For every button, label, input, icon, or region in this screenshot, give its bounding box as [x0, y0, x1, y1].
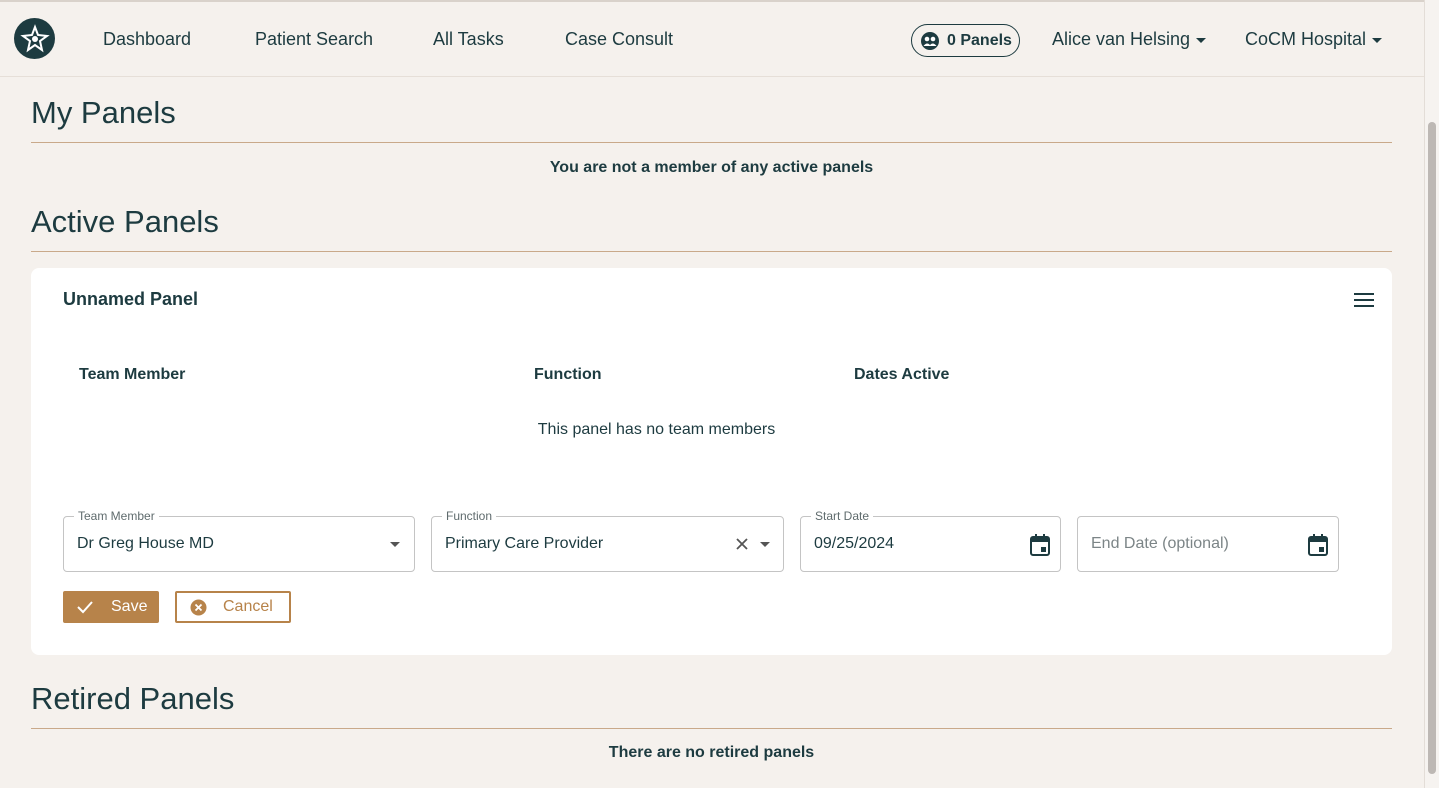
- hospital-name: CoCM Hospital: [1245, 29, 1367, 49]
- divider: [31, 251, 1392, 252]
- panel-card: Unnamed Panel Team Member Function Dates…: [31, 268, 1392, 655]
- start-date-label: Start Date: [811, 509, 874, 523]
- start-date-field[interactable]: Start Date 09/25/2024: [800, 509, 1061, 572]
- retired-panels-title: Retired Panels: [31, 681, 235, 716]
- nav-dashboard[interactable]: Dashboard: [103, 29, 191, 50]
- panels-count-button[interactable]: 0 Panels: [911, 24, 1020, 57]
- calendar-icon[interactable]: [1308, 534, 1328, 556]
- cancel-button[interactable]: Cancel: [175, 591, 291, 623]
- column-header-dates-active: Dates Active: [854, 366, 950, 383]
- function-label: Function: [442, 509, 497, 523]
- calendar-icon[interactable]: [1030, 534, 1050, 556]
- start-date-value: 09/25/2024: [814, 535, 895, 552]
- nav-all-tasks[interactable]: All Tasks: [433, 29, 504, 50]
- clear-icon[interactable]: [733, 535, 751, 553]
- menu-icon[interactable]: [1354, 293, 1374, 307]
- chevron-down-icon[interactable]: [760, 542, 770, 547]
- top-navigation: Dashboard Patient Search All Tasks Case …: [0, 0, 1424, 77]
- end-date-field[interactable]: End Date (optional): [1077, 516, 1339, 572]
- team-member-label: Team Member: [74, 509, 159, 523]
- cancel-label: Cancel: [223, 598, 273, 615]
- function-select[interactable]: Function Primary Care Provider: [431, 509, 784, 572]
- cancel-circle-icon: [190, 599, 207, 615]
- retired-panels-message: There are no retired panels: [608, 744, 815, 761]
- team-member-select[interactable]: Team Member Dr Greg House MD: [63, 509, 415, 572]
- scrollbar-thumb[interactable]: [1428, 122, 1436, 774]
- chevron-down-icon: [1196, 38, 1207, 43]
- group-icon: [921, 31, 939, 50]
- empty-panel-message: This panel has no team members: [537, 421, 776, 438]
- panels-count-label: 0 Panels: [947, 31, 1012, 49]
- panel-name: Unnamed Panel: [63, 289, 199, 309]
- nav-case-consult[interactable]: Case Consult: [565, 29, 673, 50]
- logo-icon[interactable]: [14, 18, 55, 59]
- chevron-down-icon[interactable]: [390, 542, 400, 547]
- divider: [31, 728, 1392, 729]
- user-menu[interactable]: Alice van Helsing: [1052, 29, 1207, 50]
- save-button[interactable]: Save: [63, 591, 159, 623]
- active-panels-title: Active Panels: [31, 204, 219, 239]
- check-icon: [77, 601, 93, 614]
- function-value: Primary Care Provider: [445, 535, 604, 552]
- user-name: Alice van Helsing: [1052, 29, 1191, 49]
- column-header-team-member: Team Member: [79, 366, 186, 383]
- my-panels-title: My Panels: [31, 95, 176, 130]
- my-panels-message: You are not a member of any active panel…: [549, 159, 874, 176]
- chevron-down-icon: [1372, 38, 1383, 43]
- end-date-placeholder: End Date (optional): [1091, 535, 1229, 552]
- team-member-value: Dr Greg House MD: [77, 535, 214, 552]
- divider: [31, 142, 1392, 143]
- nav-patient-search[interactable]: Patient Search: [255, 29, 373, 50]
- save-label: Save: [111, 598, 148, 615]
- column-header-function: Function: [534, 366, 602, 383]
- hospital-menu[interactable]: CoCM Hospital: [1245, 29, 1383, 50]
